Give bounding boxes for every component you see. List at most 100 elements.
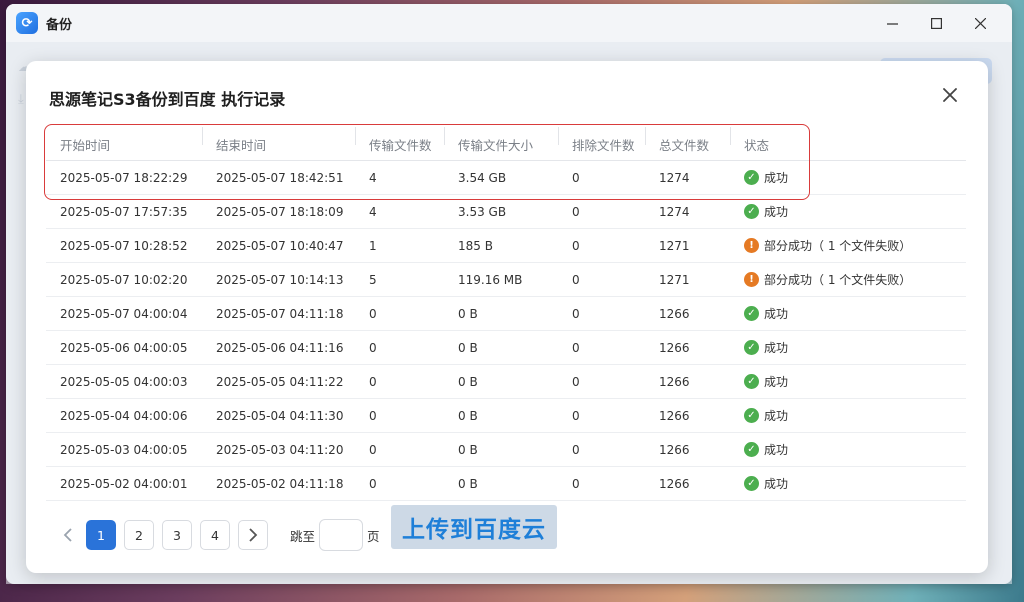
status-text: 部分成功（ 1 个文件失败） [764, 239, 912, 253]
cell-status: ✓ 成功 [730, 339, 966, 356]
cell-start-time: 2025-05-02 04:00:01 [60, 476, 188, 491]
status-text: 成功 [764, 409, 789, 423]
info-circle-icon: ! [744, 238, 759, 253]
chevron-left-icon [63, 528, 72, 542]
column-header-status: 状态 [730, 127, 966, 154]
cell-excluded-files: 0 [572, 238, 580, 253]
cell-start-time: 2025-05-07 18:22:29 [60, 170, 188, 185]
cell-total-files: 1266 [659, 306, 690, 321]
minimize-button[interactable] [870, 4, 914, 42]
status-text: 成功 [764, 341, 789, 355]
cell-start-time: 2025-05-07 04:00:04 [60, 306, 188, 321]
cell-total-files: 1266 [659, 374, 690, 389]
check-circle-icon: ✓ [744, 442, 759, 457]
cell-end-time: 2025-05-04 04:11:30 [216, 408, 344, 423]
cell-transferred-files: 4 [369, 204, 377, 219]
cell-total-files: 1266 [659, 442, 690, 457]
cell-status: ✓ 成功 [730, 475, 966, 492]
cell-start-time: 2025-05-07 10:28:52 [60, 238, 188, 253]
cell-transferred-files: 1 [369, 238, 377, 253]
info-circle-icon: ! [744, 272, 759, 287]
maximize-button[interactable] [914, 4, 958, 42]
page-button-1[interactable]: 1 [86, 520, 116, 550]
cell-status: ✓ 成功 [730, 305, 966, 322]
table-row: 2025-05-04 04:00:06 2025-05-04 04:11:30 0 0… [46, 399, 966, 433]
close-dialog-button[interactable] [938, 83, 962, 107]
cell-end-time: 2025-05-07 18:42:51 [216, 170, 344, 185]
status-text: 成功 [764, 375, 789, 389]
cell-transfer-size: 0 B [458, 340, 478, 355]
check-circle-icon: ✓ [744, 306, 759, 321]
cell-status: ✓ 成功 [730, 407, 966, 424]
check-circle-icon: ✓ [744, 340, 759, 355]
close-window-button[interactable] [958, 4, 1002, 42]
cell-transferred-files: 0 [369, 340, 377, 355]
next-page-button[interactable] [238, 520, 268, 550]
upload-to-baidu-cloud-caption: 上传到百度云 [391, 505, 557, 549]
table-row: 2025-05-02 04:00:01 2025-05-02 04:11:18 0 0… [46, 467, 966, 501]
chevron-right-icon [249, 528, 258, 542]
minimize-icon [886, 22, 898, 25]
check-circle-icon: ✓ [744, 374, 759, 389]
status-text: 部分成功（ 1 个文件失败） [764, 273, 912, 287]
execution-log-dialog: 思源笔记S3备份到百度 执行记录 开始时间 结束时间 传输文件数 传输文件大小 … [26, 61, 988, 573]
status-text: 成功 [764, 443, 789, 457]
cell-transferred-files: 0 [369, 442, 377, 457]
column-header-transfer-size: 传输文件大小 [444, 127, 558, 154]
status-text: 成功 [764, 307, 789, 321]
close-icon [943, 88, 957, 102]
cell-end-time: 2025-05-07 10:14:13 [216, 272, 344, 287]
prev-page-button[interactable] [54, 520, 82, 550]
maximize-icon [930, 17, 942, 29]
cell-excluded-files: 0 [572, 476, 580, 491]
cell-start-time: 2025-05-05 04:00:03 [60, 374, 188, 389]
close-window-icon [974, 17, 986, 29]
cell-excluded-files: 0 [572, 204, 580, 219]
status-text: 成功 [764, 171, 789, 185]
cell-transferred-files: 0 [369, 374, 377, 389]
cell-total-files: 1266 [659, 340, 690, 355]
cell-transfer-size: 3.54 GB [458, 170, 507, 185]
execution-log-table: 开始时间 结束时间 传输文件数 传输文件大小 排除文件数 总文件数 状态 202… [46, 127, 966, 501]
page-button-3[interactable]: 3 [162, 520, 192, 550]
cell-start-time: 2025-05-07 10:02:20 [60, 272, 188, 287]
cell-transferred-files: 0 [369, 476, 377, 491]
column-header-transferred-files: 传输文件数 [355, 127, 444, 154]
table-row: 2025-05-05 04:00:03 2025-05-05 04:11:22 0 0… [46, 365, 966, 399]
cell-excluded-files: 0 [572, 340, 580, 355]
check-circle-icon: ✓ [744, 408, 759, 423]
cell-excluded-files: 0 [572, 442, 580, 457]
check-circle-icon: ✓ [744, 476, 759, 491]
cell-start-time: 2025-05-07 17:57:35 [60, 204, 188, 219]
column-header-total-files: 总文件数 [645, 127, 730, 154]
page-button-2[interactable]: 2 [124, 520, 154, 550]
check-circle-icon: ✓ [744, 204, 759, 219]
column-header-end-time: 结束时间 [202, 127, 355, 154]
table-row: 2025-05-07 10:02:20 2025-05-07 10:14:13 5 1… [46, 263, 966, 297]
cell-transfer-size: 0 B [458, 306, 478, 321]
cell-transfer-size: 0 B [458, 408, 478, 423]
table-row: 2025-05-07 17:57:35 2025-05-07 18:18:09 4 3… [46, 195, 966, 229]
cell-transferred-files: 5 [369, 272, 377, 287]
pagination: 1 2 3 4 跳至 页 [54, 519, 380, 551]
window-title: 备份 [46, 17, 73, 33]
cell-excluded-files: 0 [572, 272, 580, 287]
cell-excluded-files: 0 [572, 170, 580, 185]
column-header-start-time: 开始时间 [60, 138, 111, 153]
check-circle-icon: ✓ [744, 170, 759, 185]
page-button-4[interactable]: 4 [200, 520, 230, 550]
cell-transfer-size: 0 B [458, 374, 478, 389]
cell-total-files: 1266 [659, 476, 690, 491]
cell-transfer-size: 185 B [458, 238, 493, 253]
cell-transferred-files: 0 [369, 306, 377, 321]
jump-to-label: 跳至 [290, 528, 316, 544]
cell-total-files: 1274 [659, 204, 690, 219]
title-bar: ⟳ 备份 [6, 4, 1012, 42]
jump-page-input[interactable] [319, 519, 364, 551]
cell-end-time: 2025-05-07 10:40:47 [216, 238, 344, 253]
cell-transfer-size: 0 B [458, 476, 478, 491]
cell-total-files: 1266 [659, 408, 690, 423]
cell-start-time: 2025-05-03 04:00:05 [60, 442, 188, 457]
table-row: 2025-05-07 10:28:52 2025-05-07 10:40:47 1 1… [46, 229, 966, 263]
cell-status: ✓ 成功 [730, 373, 966, 390]
